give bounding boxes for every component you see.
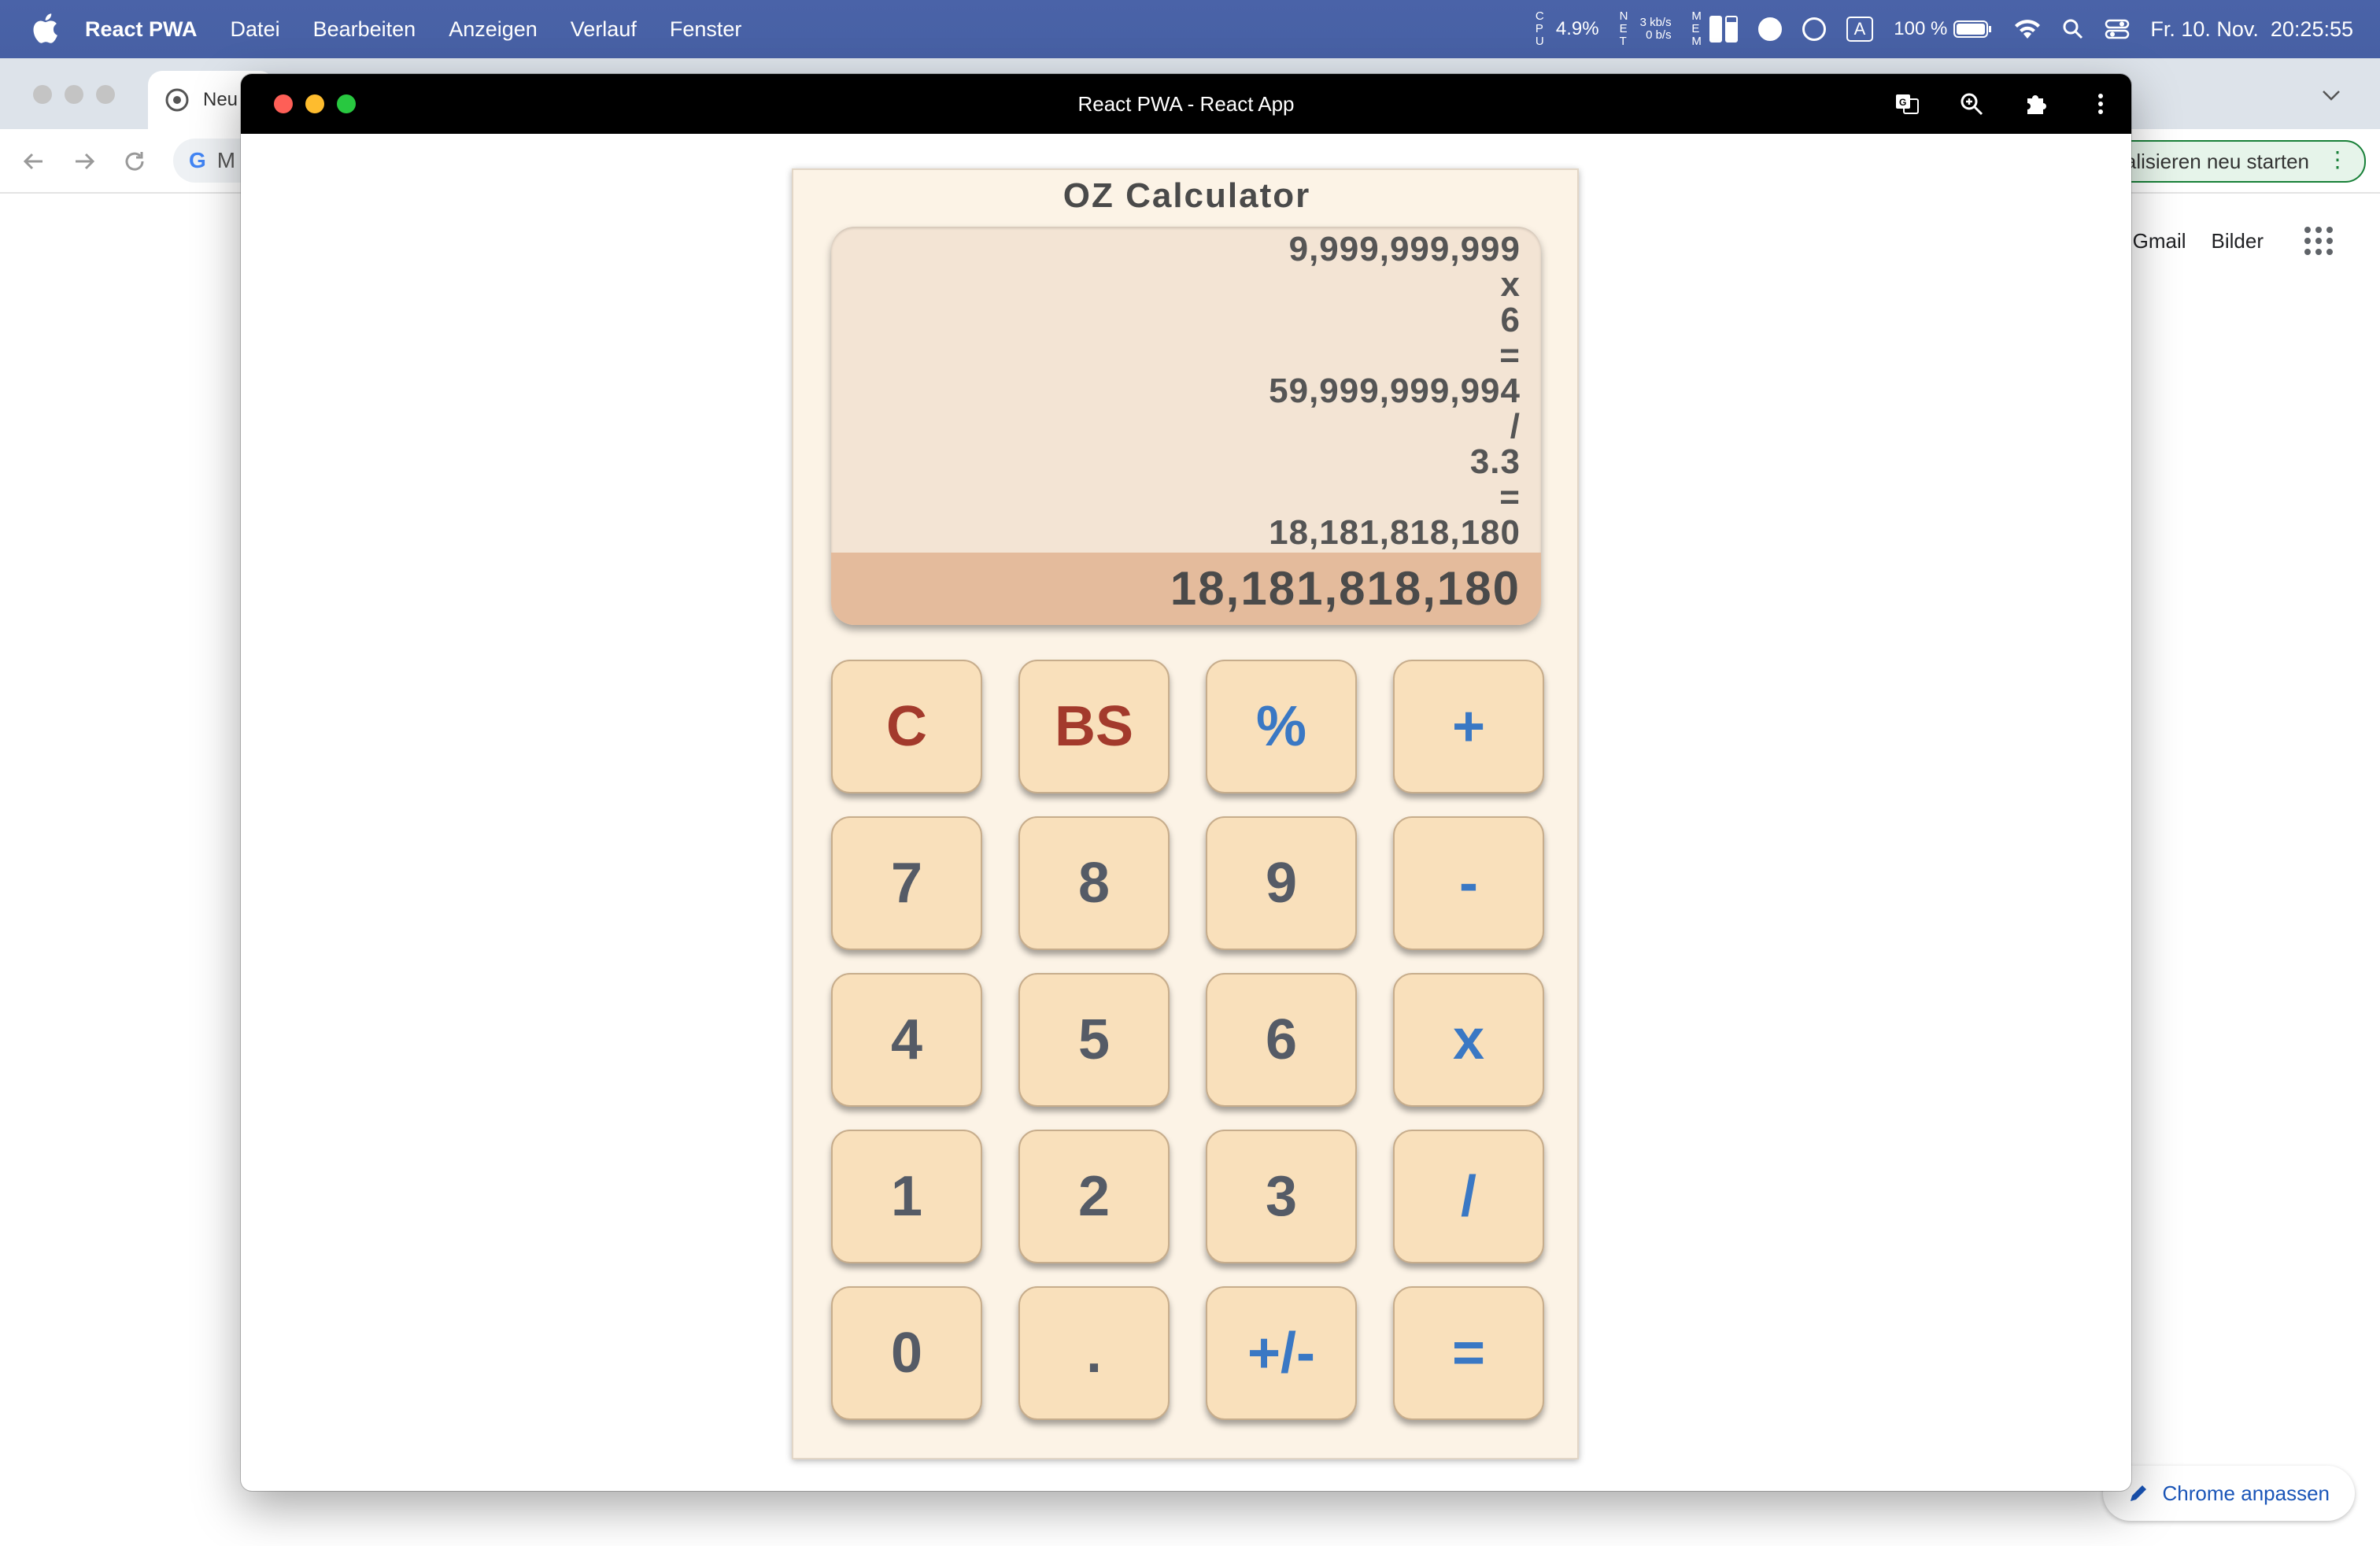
bluetooth-status-icon[interactable]: [1757, 17, 1782, 41]
google-top-links: Gmail Bilder: [2133, 227, 2333, 255]
translate-icon[interactable]: G: [1894, 91, 1920, 117]
minimize-window-button[interactable]: [305, 94, 324, 113]
more-menu-icon[interactable]: [2087, 91, 2114, 117]
net-down: 0 b/s: [1646, 28, 1672, 42]
digit-1-button[interactable]: 1: [831, 1130, 982, 1263]
pwa-toolbar-icons: G: [1894, 74, 2114, 134]
background-zoom-dot[interactable]: [96, 85, 115, 104]
menu-bearbeiten[interactable]: Bearbeiten: [313, 17, 416, 42]
history-line: 9,999,999,999: [1288, 230, 1521, 268]
spotlight-search-icon[interactable]: [2062, 18, 2084, 40]
reload-icon[interactable]: [123, 150, 146, 173]
history-line: 59,999,999,994: [1269, 372, 1521, 410]
zoom-window-button[interactable]: [337, 94, 356, 113]
percent-button[interactable]: %: [1206, 660, 1357, 793]
tab-search-chevron-icon[interactable]: [2322, 90, 2341, 101]
digit-5-button[interactable]: 5: [1018, 973, 1170, 1107]
customize-chrome-button[interactable]: Chrome anpassen: [2102, 1466, 2355, 1521]
multiply-button[interactable]: x: [1393, 973, 1544, 1107]
calculator-display: 9,999,999,999 x 6 = 59,999,999,994 / 3.3…: [831, 227, 1541, 625]
memory-gauge-icon[interactable]: [1709, 16, 1738, 43]
address-text: M: [216, 148, 236, 172]
decimal-point-button[interactable]: .: [1018, 1286, 1170, 1420]
input-source-icon[interactable]: A: [1846, 17, 1874, 42]
net-stats[interactable]: 3 kb/s 0 b/s: [1640, 17, 1672, 42]
more-vert-icon[interactable]: ⋮: [2326, 148, 2349, 172]
customize-chrome-label: Chrome anpassen: [2162, 1481, 2330, 1505]
history-line: =: [1499, 478, 1521, 516]
background-close-dot[interactable]: [33, 85, 52, 104]
result-display: 18,181,818,180: [831, 553, 1541, 625]
pwa-window: React PWA - React App G OZ Calculator 9,…: [241, 74, 2131, 1491]
calculation-history: 9,999,999,999 x 6 = 59,999,999,994 / 3.3…: [1269, 231, 1521, 550]
clear-button[interactable]: C: [831, 660, 982, 793]
digit-4-button[interactable]: 4: [831, 973, 982, 1107]
cpu-label: C P U: [1535, 9, 1544, 48]
subtract-button[interactable]: -: [1393, 816, 1544, 950]
close-window-button[interactable]: [274, 94, 293, 113]
extensions-puzzle-icon[interactable]: [2023, 91, 2049, 117]
forward-arrow-icon[interactable]: [72, 150, 96, 173]
equals-button[interactable]: =: [1393, 1286, 1544, 1420]
menu-datetime[interactable]: Fr. 10. Nov. 20:25:55: [2150, 17, 2353, 42]
digit-9-button[interactable]: 9: [1206, 816, 1357, 950]
negate-button[interactable]: +/-: [1206, 1286, 1357, 1420]
svg-text:G: G: [1899, 97, 1906, 108]
backspace-button[interactable]: BS: [1018, 660, 1170, 793]
menu-verlauf[interactable]: Verlauf: [571, 17, 637, 42]
digit-6-button[interactable]: 6: [1206, 973, 1357, 1107]
menu-datei[interactable]: Datei: [231, 17, 280, 42]
history-line: /: [1510, 407, 1521, 446]
apple-logo-icon[interactable]: [28, 11, 60, 46]
images-link[interactable]: Bilder: [2212, 229, 2264, 253]
digit-7-button[interactable]: 7: [831, 816, 982, 950]
battery-percent: 100 %: [1894, 18, 1948, 39]
digit-8-button[interactable]: 8: [1018, 816, 1170, 950]
menu-anzeigen[interactable]: Anzeigen: [449, 17, 538, 42]
net-up: 3 kb/s: [1639, 16, 1672, 29]
gmail-link[interactable]: Gmail: [2133, 229, 2186, 253]
calculator-title: OZ Calculator: [1062, 176, 1311, 215]
restart-update-button[interactable]: alisieren neu starten ⋮: [2099, 140, 2366, 183]
window-title: React PWA - React App: [1077, 91, 1295, 116]
net-label: N E T: [1619, 9, 1628, 48]
play-status-icon[interactable]: [1802, 17, 1826, 41]
history-line: x: [1500, 265, 1521, 304]
restart-update-label: alisieren neu starten: [2124, 149, 2309, 173]
zoom-icon[interactable]: [1958, 91, 1985, 117]
control-center-icon[interactable]: [2105, 18, 2130, 40]
divide-button[interactable]: /: [1393, 1130, 1544, 1263]
digit-3-button[interactable]: 3: [1206, 1130, 1357, 1263]
back-arrow-icon[interactable]: [22, 150, 46, 173]
history-line: 3.3: [1469, 442, 1521, 481]
menu-bar: React PWA Datei Bearbeiten Anzeigen Verl…: [0, 0, 2380, 58]
pencil-icon: [2130, 1485, 2146, 1501]
battery-icon: [1953, 20, 1992, 38]
history-line: 6: [1500, 301, 1521, 339]
background-tab-label: Neu: [203, 89, 238, 110]
history-line: 18,181,818,180: [1269, 513, 1521, 552]
add-button[interactable]: +: [1393, 660, 1544, 793]
wifi-icon[interactable]: [2013, 18, 2042, 40]
digit-0-button[interactable]: 0: [831, 1286, 982, 1420]
history-line: =: [1499, 336, 1521, 375]
battery-status[interactable]: 100 %: [1894, 18, 1993, 40]
menu-app-name[interactable]: React PWA: [85, 17, 198, 42]
cpu-value[interactable]: 4.9%: [1556, 18, 1599, 40]
chrome-logo-icon: [165, 88, 189, 112]
google-g-icon: G: [189, 148, 206, 172]
calculator: OZ Calculator 9,999,999,999 x 6 = 59,999…: [792, 168, 1579, 1459]
menu-fenster[interactable]: Fenster: [670, 17, 742, 42]
pwa-title-bar: React PWA - React App G: [241, 74, 2131, 134]
digit-2-button[interactable]: 2: [1018, 1130, 1170, 1263]
apps-grid-icon[interactable]: [2304, 227, 2333, 255]
background-minimize-dot[interactable]: [65, 85, 83, 104]
mem-label: M E M: [1691, 9, 1702, 48]
